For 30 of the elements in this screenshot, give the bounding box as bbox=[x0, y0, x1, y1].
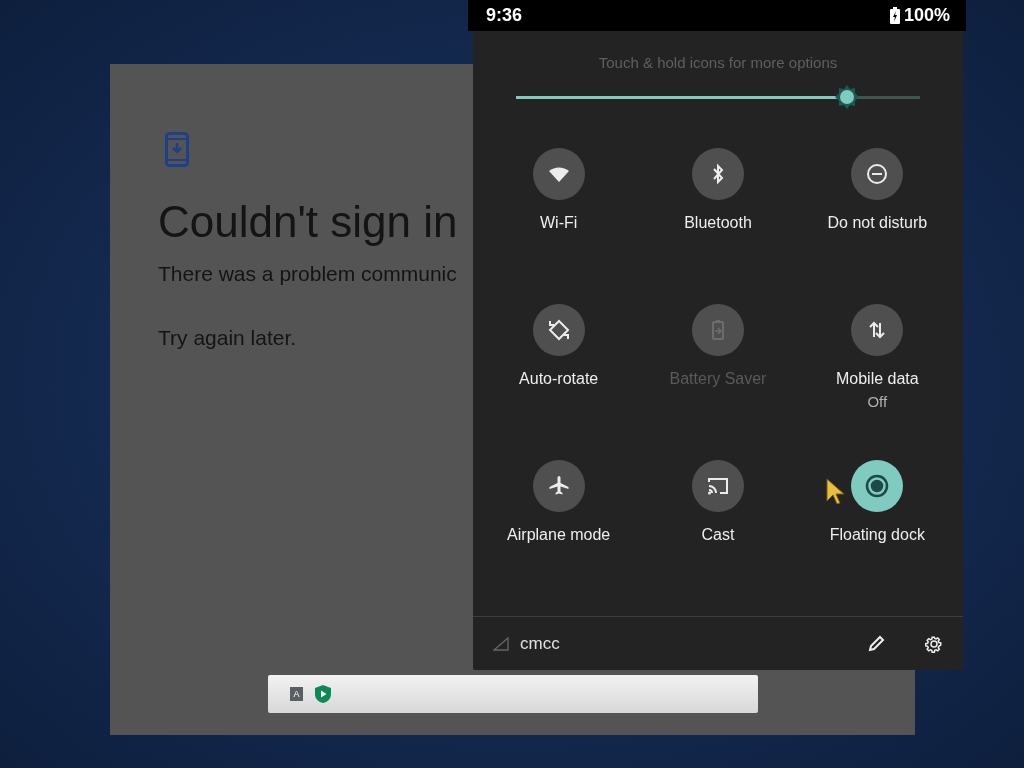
clock: 9:36 bbox=[486, 4, 523, 27]
tile-status: Off bbox=[867, 392, 888, 413]
tile-label: Bluetooth bbox=[684, 213, 752, 234]
signal-icon bbox=[493, 636, 509, 651]
dialog-message: There was a problem communic bbox=[158, 261, 457, 287]
tile-label: Do not disturb bbox=[827, 213, 928, 234]
phone-download-icon bbox=[165, 132, 189, 167]
tile-label: Mobile data bbox=[835, 369, 919, 390]
tile-button[interactable] bbox=[692, 460, 744, 513]
brightness-slider[interactable] bbox=[516, 84, 920, 106]
shield-play-icon[interactable] bbox=[315, 685, 331, 703]
hint-text: Touch & hold icons for more options bbox=[597, 53, 839, 73]
tile-button[interactable] bbox=[692, 148, 744, 201]
brightness-thumb[interactable] bbox=[834, 84, 861, 110]
do-not-disturb-icon bbox=[865, 162, 890, 187]
mouse-pointer-icon bbox=[826, 478, 846, 504]
edit-icon[interactable] bbox=[867, 634, 885, 653]
keyboard-icon[interactable]: A bbox=[290, 687, 303, 701]
battery-percent: 100% bbox=[903, 4, 950, 27]
battery-charging-icon bbox=[889, 7, 900, 24]
dialog-hint: Try again later. bbox=[158, 325, 297, 351]
carrier-name: cmcc bbox=[520, 632, 560, 655]
tile-label: Cast bbox=[701, 525, 735, 546]
dialog-title: Couldn't sign in bbox=[158, 196, 458, 248]
rotate-icon bbox=[546, 318, 571, 343]
tile-label: Auto-rotate bbox=[519, 369, 599, 390]
tile-label: Wi-Fi bbox=[540, 213, 578, 234]
settings-icon[interactable] bbox=[925, 634, 943, 653]
tile-label: Floating dock bbox=[829, 525, 925, 546]
tile-label: Airplane mode bbox=[507, 525, 611, 546]
